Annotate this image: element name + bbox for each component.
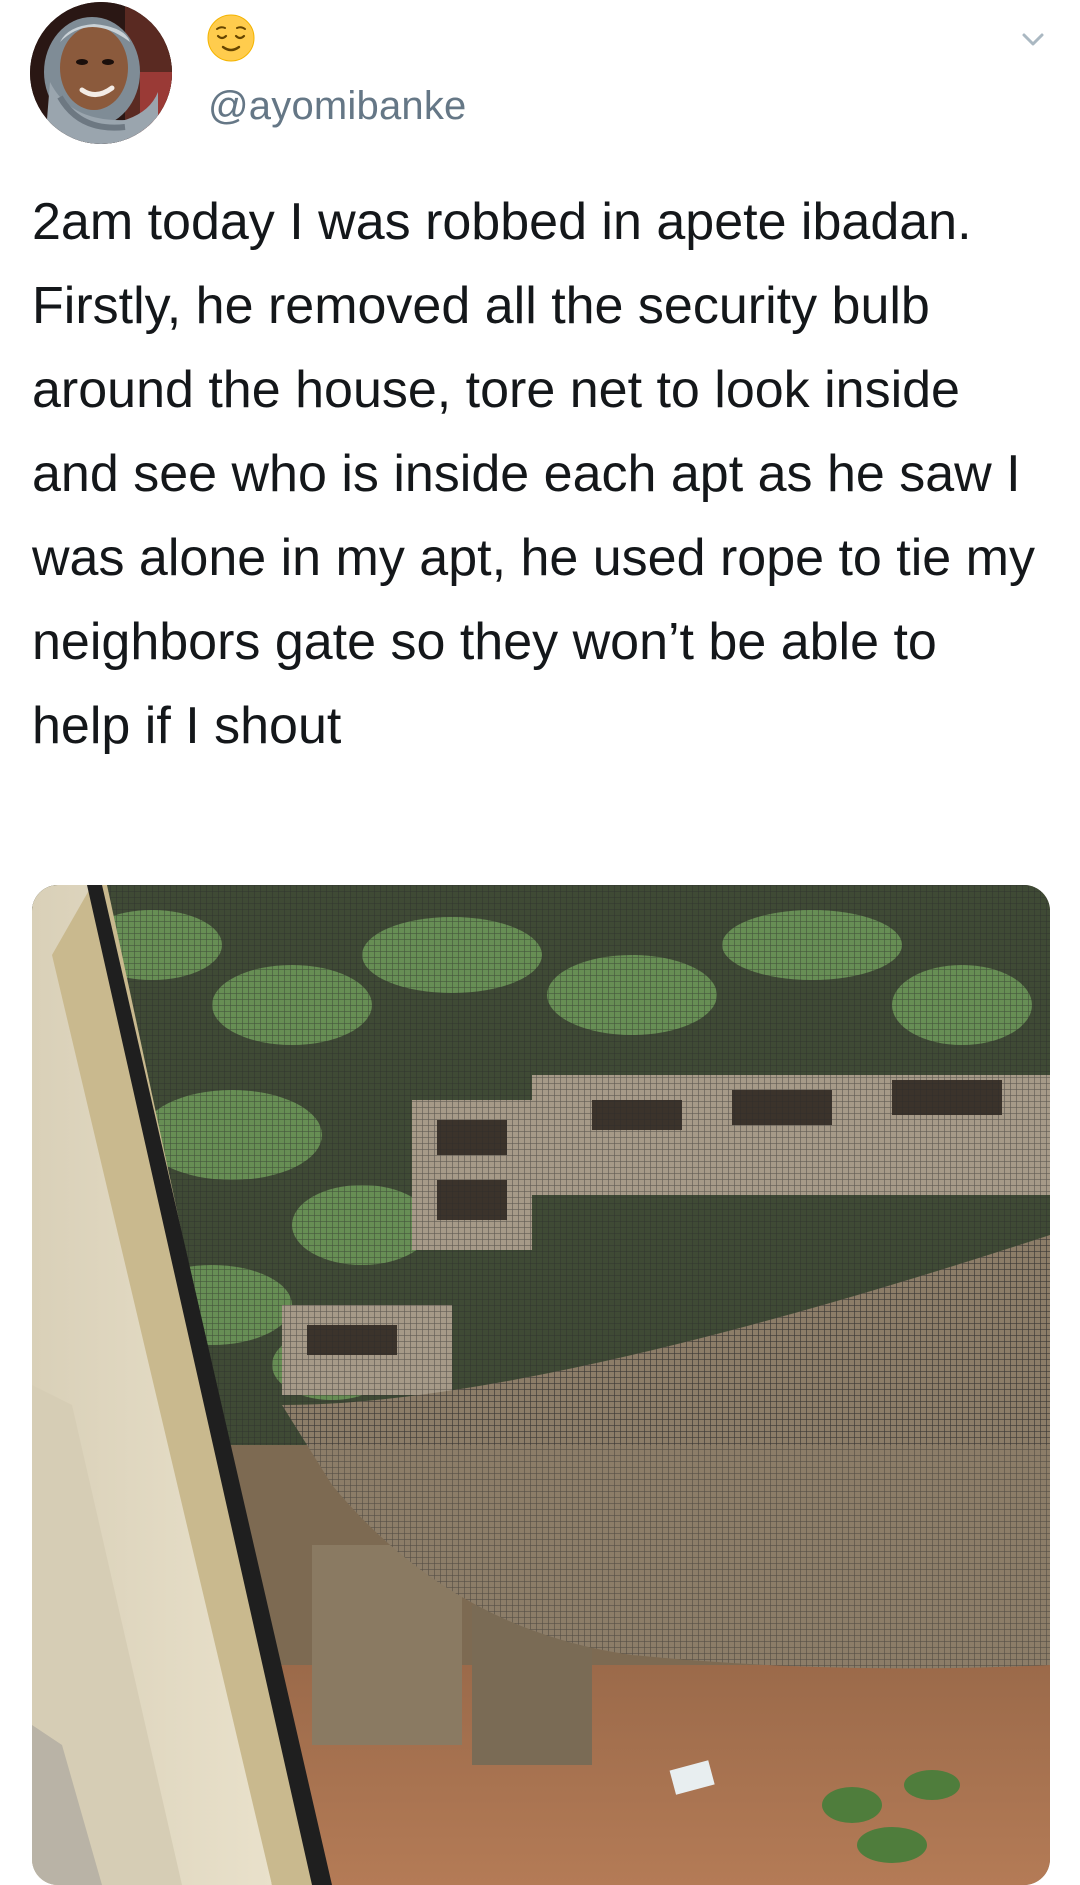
tweet-card[interactable]: @ayomibanke 2am today I was robbed in ap…: [0, 0, 1080, 1885]
tweet-text: 2am today I was robbed in apete ibadan. …: [32, 193, 1050, 755]
relieved-face-emoji-icon: [207, 14, 255, 62]
tweet-photo[interactable]: [32, 885, 1050, 1885]
avatar-image: [30, 2, 172, 144]
user-avatar[interactable]: [30, 2, 172, 144]
photo-torn-window-net: [32, 885, 1050, 1885]
display-name[interactable]: [206, 12, 256, 64]
user-handle[interactable]: @ayomibanke: [208, 80, 467, 132]
chevron-down-icon[interactable]: [1018, 24, 1048, 54]
